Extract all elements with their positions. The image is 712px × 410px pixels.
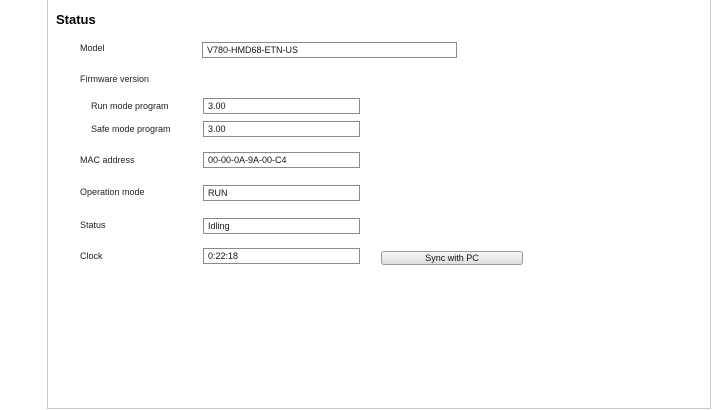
operation-mode-field[interactable] [203,185,360,201]
model-label: Model [80,43,105,53]
status-field[interactable] [203,218,360,234]
sync-with-pc-button[interactable]: Sync with PC [381,251,523,265]
safe-mode-program-label: Safe mode program [91,124,171,134]
firmware-version-label: Firmware version [80,74,150,84]
model-field[interactable] [202,42,457,58]
clock-field[interactable] [203,248,360,264]
safe-mode-program-field[interactable] [203,121,360,137]
section-title: Status [56,12,96,27]
mac-address-field[interactable] [203,152,360,168]
status-label: Status [80,220,106,230]
status-panel [47,0,711,409]
mac-address-label: MAC address [80,155,135,165]
operation-mode-label: Operation mode [80,187,145,197]
run-mode-program-label: Run mode program [91,101,169,111]
run-mode-program-field[interactable] [203,98,360,114]
clock-label: Clock [80,251,103,261]
